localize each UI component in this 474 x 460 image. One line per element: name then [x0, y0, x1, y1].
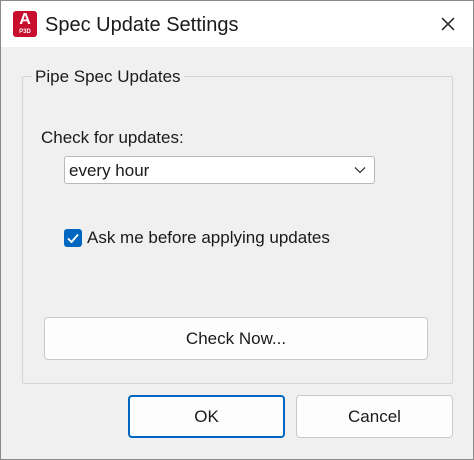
checkmark-icon: [67, 233, 79, 244]
check-now-button[interactable]: Check Now...: [44, 317, 428, 360]
check-now-label: Check Now...: [185, 329, 287, 348]
cancel-label: Cancel: [348, 407, 401, 426]
window-title: Spec Update Settings: [45, 14, 239, 36]
ask-before-applying-label[interactable]: Ask me before applying updates: [87, 227, 330, 249]
cancel-button[interactable]: Cancel: [296, 395, 453, 438]
ok-label: OK: [194, 407, 219, 426]
ok-button[interactable]: OK: [128, 395, 285, 438]
update-frequency-select[interactable]: every hour: [64, 156, 375, 184]
check-for-updates-label: Check for updates:: [41, 128, 184, 147]
spec-update-settings-dialog: A P3D Spec Update Settings Pipe Spec Upd…: [0, 0, 474, 460]
chevron-down-icon: [354, 167, 366, 174]
group-label: Pipe Spec Updates: [32, 66, 184, 88]
app-icon-subtext: P3D: [19, 29, 31, 35]
title-bar[interactable]: A P3D Spec Update Settings: [1, 1, 473, 47]
update-frequency-value: every hour: [69, 161, 150, 180]
app-icon-letter: A: [19, 11, 31, 28]
close-button[interactable]: [437, 13, 459, 35]
close-icon: [441, 17, 455, 31]
ask-before-applying-checkbox[interactable]: [64, 229, 82, 247]
app-icon: A P3D: [13, 11, 37, 37]
